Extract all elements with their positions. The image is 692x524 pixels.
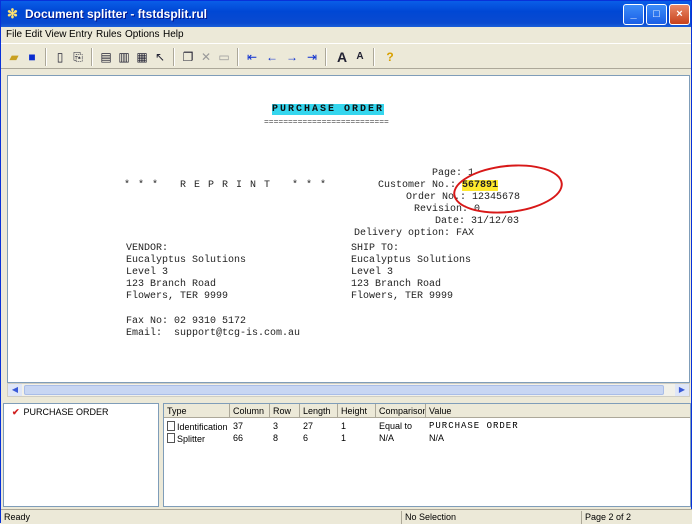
email-line: Email: support@tcg-is.com.au [126, 328, 301, 339]
vendor-line: Eucalyptus Solutions [126, 255, 247, 266]
horizontal-scrollbar[interactable]: ◀ ▶ [7, 383, 690, 397]
save-icon[interactable]: ■ [23, 48, 41, 66]
document-title: PURCHASE ORDER [272, 104, 385, 115]
rules-grid: Type Column Row Length Height Comparison… [163, 403, 691, 507]
cell-type: Splitter [167, 433, 205, 445]
font-larger-icon[interactable]: A [333, 48, 351, 66]
rule-icon [167, 433, 175, 443]
previous-page-icon[interactable]: ← [263, 48, 281, 66]
cell-length: 6 [303, 433, 309, 443]
status-selection: No Selection [401, 511, 581, 524]
reprint-label: * * * R E P R I N T * * * [124, 180, 328, 191]
tree-node-purchase-order[interactable]: ✔ PURCHASE ORDER [12, 407, 109, 418]
cell-comparison: N/A [379, 433, 395, 443]
delete-icon[interactable]: ✕ [197, 48, 215, 66]
vendor-line: Level 3 [126, 267, 169, 278]
menu-bar: File Edit View Entry Rules Options Help [1, 27, 691, 43]
app-icon: ✻ [7, 6, 18, 21]
delivery-line: Delivery option: FAX [354, 228, 475, 239]
page-icon[interactable]: ▤ [97, 48, 115, 66]
checkmark-icon: ✔ [12, 407, 20, 417]
shipto-line: Eucalyptus Solutions [351, 255, 472, 266]
status-bar: Ready No Selection Page 2 of 2 [1, 509, 692, 524]
toolbar-separator [237, 48, 239, 66]
next-page-icon[interactable]: → [283, 48, 301, 66]
column-header-row[interactable]: Row [270, 404, 300, 418]
cell-value: PURCHASE ORDER [429, 421, 519, 431]
shipto-line: Level 3 [351, 267, 394, 278]
cell-comparison: Equal to [379, 421, 413, 431]
cell-column: 37 [233, 421, 244, 431]
rule-icon [167, 421, 175, 431]
shipto-line: Flowers, TER 9999 [351, 291, 454, 302]
toolbar: ▰ ■ ▯ ⎘ ▤ ▥ ▦ ↖ ❐ ✕ ▭ ⇤ ← → ⇥ A A ? [1, 43, 691, 69]
menu-entry[interactable]: Entry [69, 29, 92, 41]
vendor-line: 123 Branch Road [126, 279, 217, 290]
cell-value: N/A [429, 433, 445, 443]
document-view[interactable]: PURCHASE ORDER =========================… [7, 75, 690, 383]
scroll-right-arrow-icon[interactable]: ▶ [675, 384, 689, 396]
menu-rules[interactable]: Rules [96, 29, 122, 41]
window-title: Document splitter - ftstdsplit.rul [25, 7, 208, 21]
first-page-icon[interactable]: ⇤ [243, 48, 261, 66]
help-icon[interactable]: ? [381, 48, 399, 66]
menu-options[interactable]: Options [125, 29, 159, 41]
column-header-comparison[interactable]: Comparison [376, 404, 426, 418]
title-underline: ========================== [264, 118, 389, 127]
menu-help[interactable]: Help [163, 29, 184, 41]
column-header-column[interactable]: Column [230, 404, 270, 418]
minimize-button[interactable]: _ [623, 4, 644, 25]
page-copy-icon[interactable]: ▥ [115, 48, 133, 66]
date-line: Date: 31/12/03 [435, 216, 520, 227]
menu-file[interactable]: File [6, 29, 22, 41]
properties-icon[interactable]: ▭ [215, 48, 233, 66]
column-header-type[interactable]: Type [164, 404, 230, 418]
select-icon[interactable]: ↖ [151, 48, 169, 66]
vendor-line: Flowers, TER 9999 [126, 291, 229, 302]
cell-column: 66 [233, 433, 244, 443]
print-preview-icon[interactable]: ⎘ [69, 48, 87, 66]
status-text: Ready [4, 512, 31, 522]
toolbar-separator [373, 48, 375, 66]
cell-height: 1 [341, 433, 347, 443]
status-page: Page 2 of 2 [581, 511, 691, 524]
menu-edit[interactable]: Edit [25, 29, 42, 41]
toolbar-separator [325, 48, 327, 66]
font-smaller-icon[interactable]: A [351, 48, 369, 66]
close-button[interactable]: × [669, 4, 690, 25]
vendor-heading: VENDOR: [126, 243, 169, 254]
scroll-left-arrow-icon[interactable]: ◀ [8, 384, 22, 396]
last-page-icon[interactable]: ⇥ [303, 48, 321, 66]
shipto-heading: SHIP TO: [351, 243, 400, 254]
scrollbar-thumb[interactable] [24, 385, 664, 395]
cell-length: 27 [303, 421, 314, 431]
cell-type: Identification [167, 421, 228, 433]
cell-row: 8 [273, 433, 279, 443]
toolbar-separator [173, 48, 175, 66]
new-document-icon[interactable]: ▯ [51, 48, 69, 66]
page-split-icon[interactable]: ▦ [133, 48, 151, 66]
copy-icon[interactable]: ❐ [179, 48, 197, 66]
open-icon[interactable]: ▰ [5, 48, 23, 66]
maximize-button[interactable]: □ [646, 4, 667, 25]
shipto-line: 123 Branch Road [351, 279, 442, 290]
cell-row: 3 [273, 421, 279, 431]
toolbar-separator [45, 48, 47, 66]
column-header-value[interactable]: Value [426, 404, 690, 418]
toolbar-separator [91, 48, 93, 66]
fax-line: Fax No: 02 9310 5172 [126, 316, 247, 327]
app-window: ✻ Document splitter - ftstdsplit.rul _ □… [0, 0, 692, 524]
menu-view[interactable]: View [45, 29, 67, 41]
cell-height: 1 [341, 421, 347, 431]
column-header-length[interactable]: Length [300, 404, 338, 418]
rules-tree: ✔ PURCHASE ORDER [3, 403, 159, 507]
title-bar[interactable]: ✻ Document splitter - ftstdsplit.rul _ □… [1, 1, 691, 27]
column-header-height[interactable]: Height [338, 404, 376, 418]
